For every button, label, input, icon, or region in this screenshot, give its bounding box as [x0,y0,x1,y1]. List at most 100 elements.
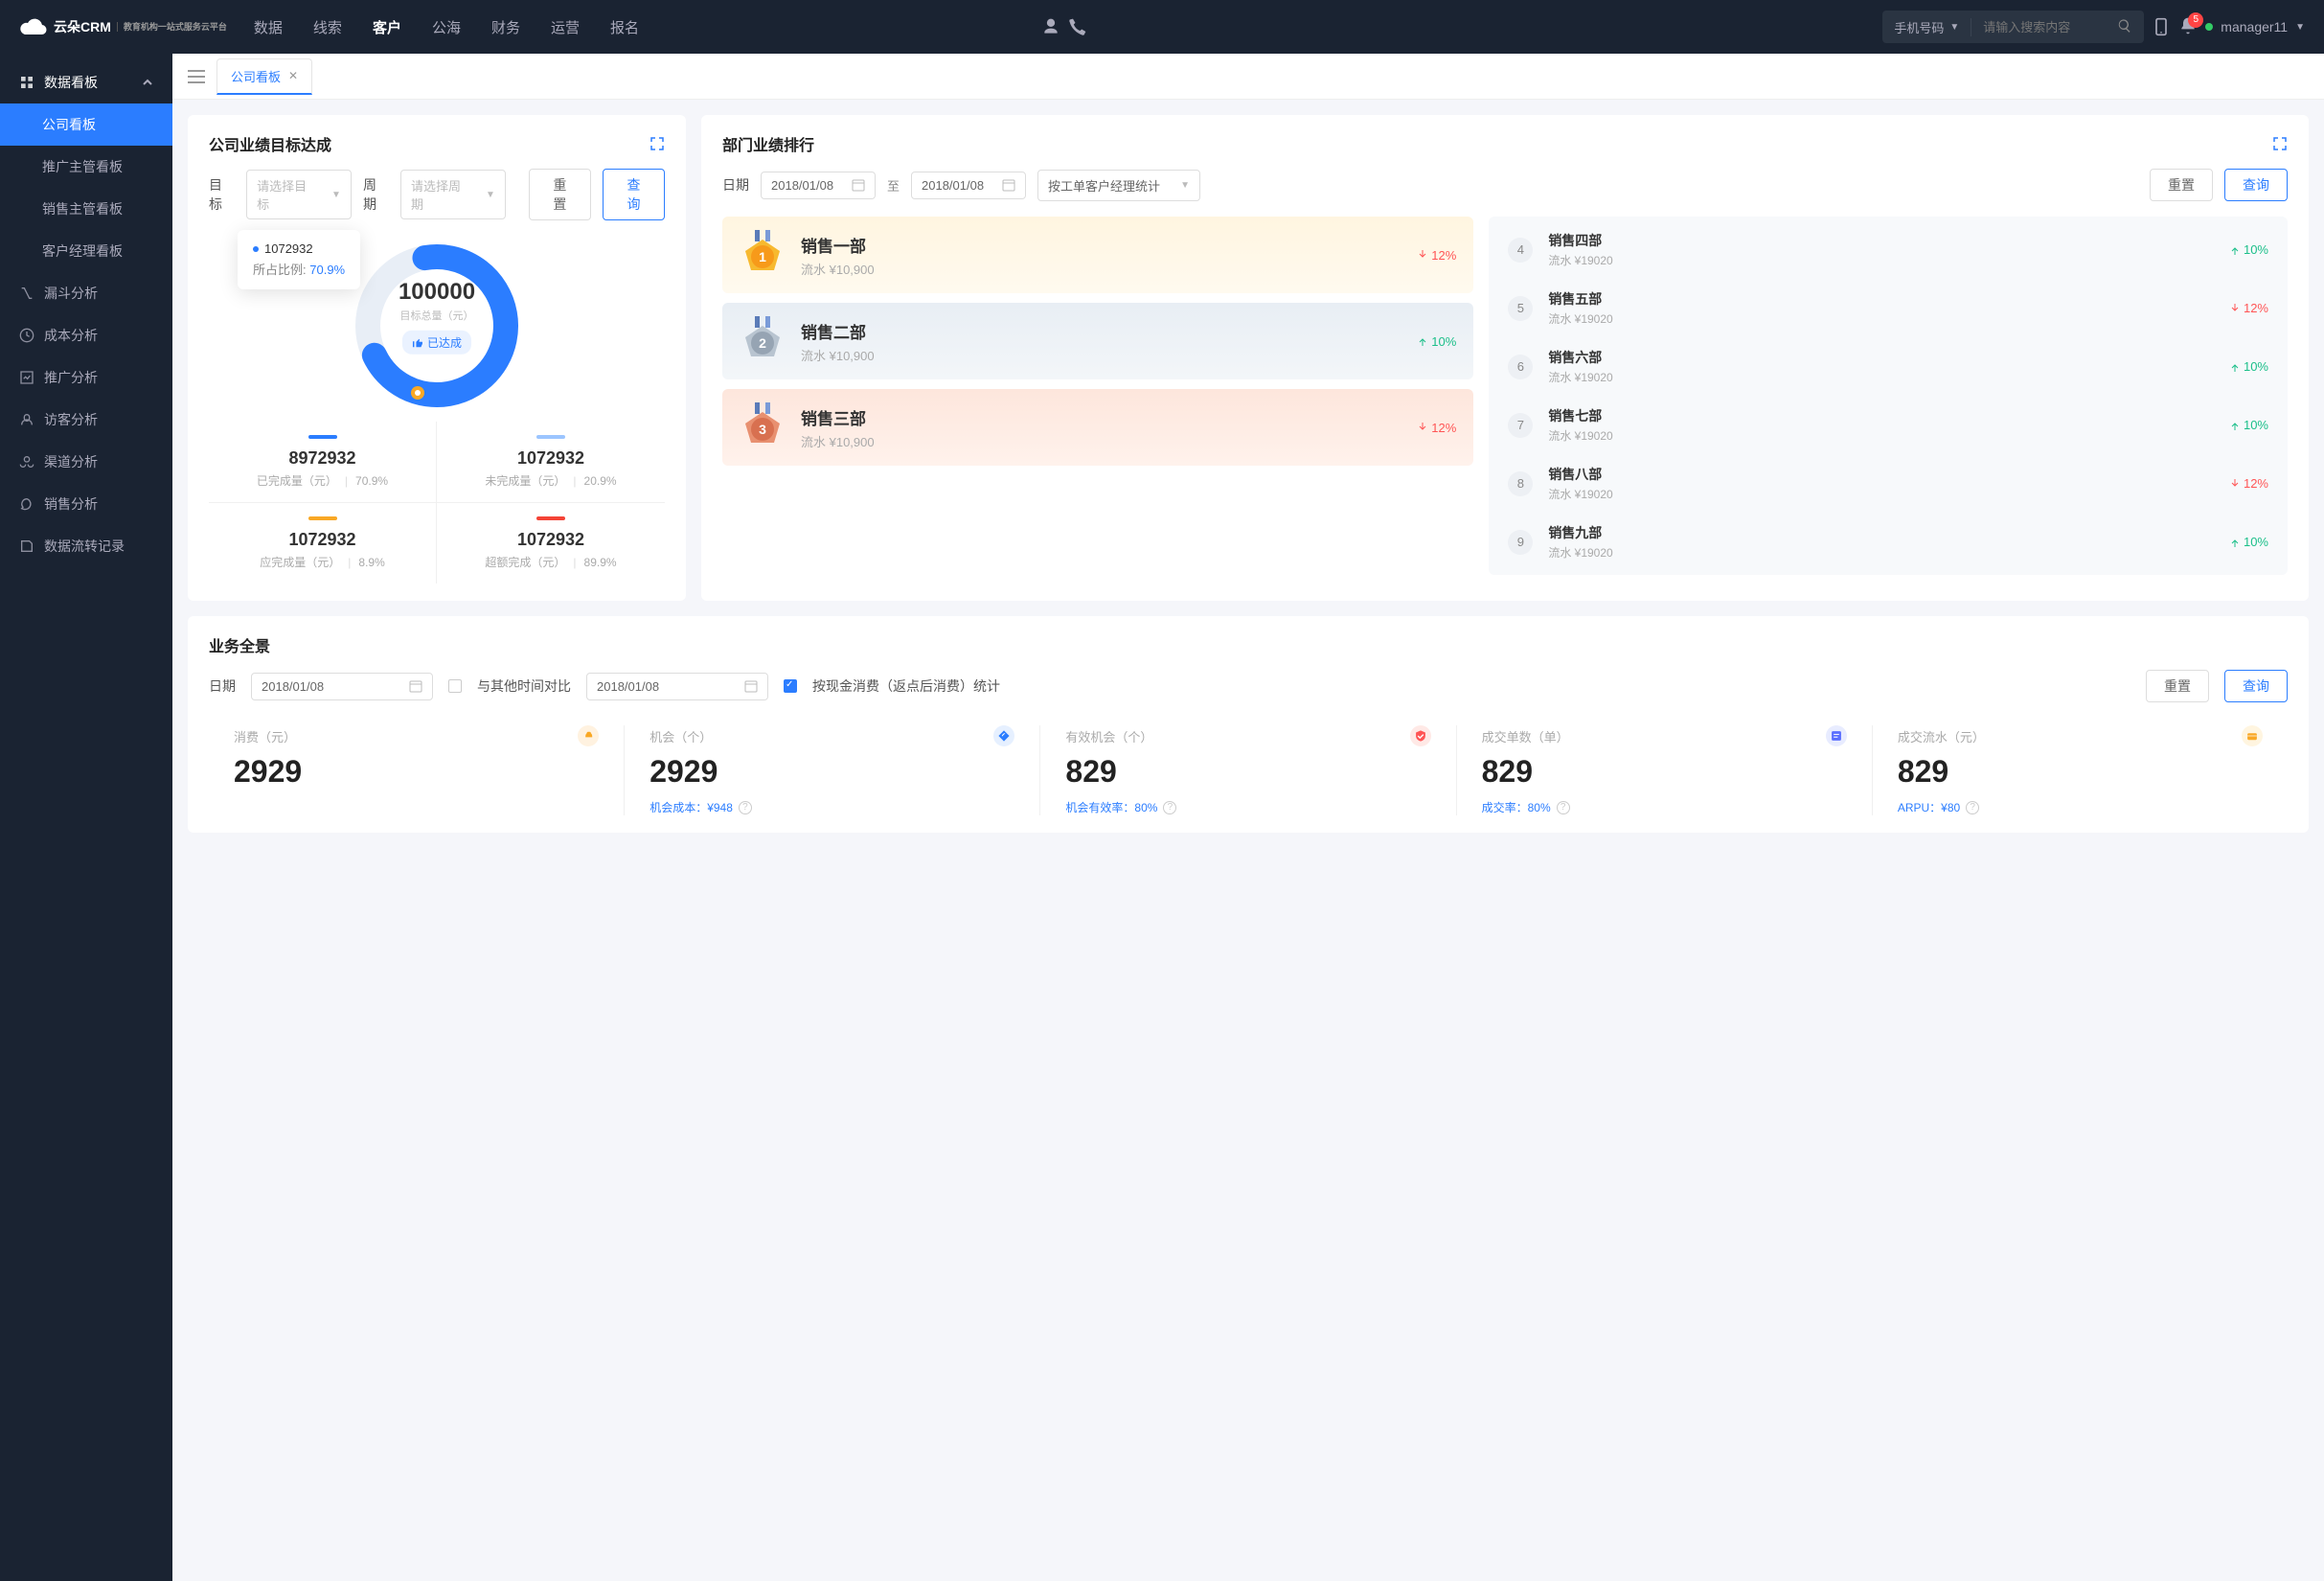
rank-row[interactable]: 9销售九部流水 ¥1902010% [1489,513,2288,571]
person-icon[interactable] [1041,17,1060,36]
kpi-icon [578,725,599,746]
card-goal-achievement: 公司业绩目标达成 目标 请选择目标▼ 周期 请选择周期▼ 重置 查询 [188,115,686,601]
donut-center-label: 目标总量（元） [399,308,475,323]
sidebar-item[interactable]: 漏斗分析 [0,272,172,314]
to-label: 至 [887,176,900,195]
logo[interactable]: 云朵CRM 教育机构一站式服务云平台 [19,15,227,38]
nav-icon [19,538,34,554]
sidebar-item[interactable]: 销售分析 [0,483,172,525]
search-icon [2117,18,2132,34]
topnav-item[interactable]: 财务 [491,17,520,37]
help-icon[interactable]: ? [739,801,752,814]
search-type-select[interactable]: 手机号码▼ [1882,18,1971,36]
calendar-icon [409,679,422,693]
kpi-cell: 成交单数（单）829成交率：80%? [1457,725,1873,815]
help-icon[interactable]: ? [1966,801,1979,814]
tab-company-board[interactable]: 公司看板 ✕ [216,58,312,95]
medal-icon: 1 [740,230,786,280]
rank-row[interactable]: 6销售六部流水 ¥1902010% [1489,337,2288,396]
svg-text:2: 2 [759,335,766,351]
tooltip-value: 1072932 [264,241,313,256]
bell-wrap[interactable]: 5 [2178,16,2198,38]
sidebar-item[interactable]: 渠道分析 [0,441,172,483]
panorama-date2[interactable]: 2018/01/08 [586,673,768,700]
topnav-item[interactable]: 运营 [551,17,580,37]
sidebar-item[interactable]: 成本分析 [0,314,172,356]
mobile-icon[interactable] [2152,17,2171,36]
nav-icon [19,286,34,301]
reset-button[interactable]: 重置 [2150,169,2213,201]
hamburger-icon[interactable] [188,68,205,85]
goal-title: 公司业绩目标达成 [209,132,331,155]
search-input[interactable] [1971,20,2106,34]
expand-icon[interactable] [649,136,665,151]
sidebar-group-dashboard[interactable]: 数据看板 [0,61,172,103]
date-to[interactable]: 2018/01/08 [911,172,1026,199]
sidebar-item[interactable]: 公司看板 [0,103,172,146]
stat-cell: 1072932未完成量（元）|20.9% [437,422,665,503]
rank-top-row[interactable]: 3销售三部流水 ¥10,90012% [722,389,1473,466]
card-panorama: 业务全景 日期 2018/01/08 与其他时间对比 2018/01/08 按现… [188,616,2309,833]
topnav-item[interactable]: 数据 [254,17,283,37]
label-target: 目标 [209,175,235,214]
svg-text:1: 1 [759,249,766,264]
nav-icon [19,412,34,427]
panorama-filters: 日期 2018/01/08 与其他时间对比 2018/01/08 按现金消费（返… [209,670,2288,702]
status-dot [2205,23,2213,31]
notif-badge: 5 [2188,12,2203,28]
goal-filters: 目标 请选择目标▼ 周期 请选择周期▼ 重置 查询 [209,169,665,220]
rank-top-row[interactable]: 2销售二部流水 ¥10,90010% [722,303,1473,379]
nav-icon [19,496,34,512]
rank-row[interactable]: 5销售五部流水 ¥1902012% [1489,279,2288,337]
cloud-icon [19,15,48,38]
kpi-icon [1410,725,1431,746]
topbar: 云朵CRM 教育机构一站式服务云平台 数据线索客户公海财务运营报名 手机号码▼ … [0,0,2324,54]
select-period[interactable]: 请选择周期▼ [400,170,506,219]
query-button[interactable]: 查询 [2224,169,2288,201]
dashboard-icon [19,75,34,90]
topnav-item[interactable]: 报名 [610,17,639,37]
rank-filters: 日期 2018/01/08 至 2018/01/08 按工单客户经理统计▼ 重置… [722,169,2288,201]
sidebar-item[interactable]: 访客分析 [0,399,172,441]
sidebar-item[interactable]: 客户经理看板 [0,230,172,272]
query-button[interactable]: 查询 [2224,670,2288,702]
help-icon[interactable]: ? [1163,801,1176,814]
panorama-date1[interactable]: 2018/01/08 [251,673,433,700]
help-icon[interactable]: ? [1557,801,1570,814]
select-target[interactable]: 请选择目标▼ [246,170,352,219]
expand-icon[interactable] [2272,136,2288,151]
cash-checkbox[interactable] [784,679,797,693]
user-menu[interactable]: manager11 ▼ [2205,19,2305,34]
rank-row[interactable]: 7销售七部流水 ¥1902010% [1489,396,2288,454]
date-from[interactable]: 2018/01/08 [761,172,876,199]
svg-text:3: 3 [759,422,766,437]
tab-close-icon[interactable]: ✕ [288,69,298,82]
reset-button[interactable]: 重置 [529,169,591,220]
topnav-item[interactable]: 客户 [373,17,401,37]
donut-center-value: 100000 [399,279,475,306]
kpi-cell: 成交流水（元）829ARPU：¥80? [1873,725,2288,815]
sidebar-item[interactable]: 数据流转记录 [0,525,172,567]
goal-stats-grid: 8972932已完成量（元）|70.9%1072932未完成量（元）|20.9%… [209,422,665,584]
top-nav: 数据 线索 客户 公海 财务 运营 报名 [254,17,1034,37]
compare-checkbox[interactable] [448,679,462,693]
rank-row[interactable]: 8销售八部流水 ¥1902012% [1489,454,2288,513]
select-stat-by[interactable]: 按工单客户经理统计▼ [1037,170,1200,201]
query-button[interactable]: 查询 [603,169,665,220]
label-date: 日期 [722,175,749,195]
sidebar-item[interactable]: 销售主管看板 [0,188,172,230]
sidebar-item[interactable]: 推广主管看板 [0,146,172,188]
achieved-chip: 已达成 [402,331,471,355]
topnav-item[interactable]: 线索 [313,17,342,37]
rank-top-row[interactable]: 1销售一部流水 ¥10,90012% [722,217,1473,293]
reset-button[interactable]: 重置 [2146,670,2209,702]
search-button[interactable] [2106,18,2144,36]
phone-icon[interactable] [1068,17,1087,36]
nav-icon [19,328,34,343]
nav-icon [19,370,34,385]
rank-rest: 4销售四部流水 ¥1902010%5销售五部流水 ¥1902012%6销售六部流… [1489,217,2288,575]
sidebar-item[interactable]: 推广分析 [0,356,172,399]
rank-title: 部门业绩排行 [722,132,814,155]
rank-row[interactable]: 4销售四部流水 ¥1902010% [1489,220,2288,279]
topnav-item[interactable]: 公海 [432,17,461,37]
